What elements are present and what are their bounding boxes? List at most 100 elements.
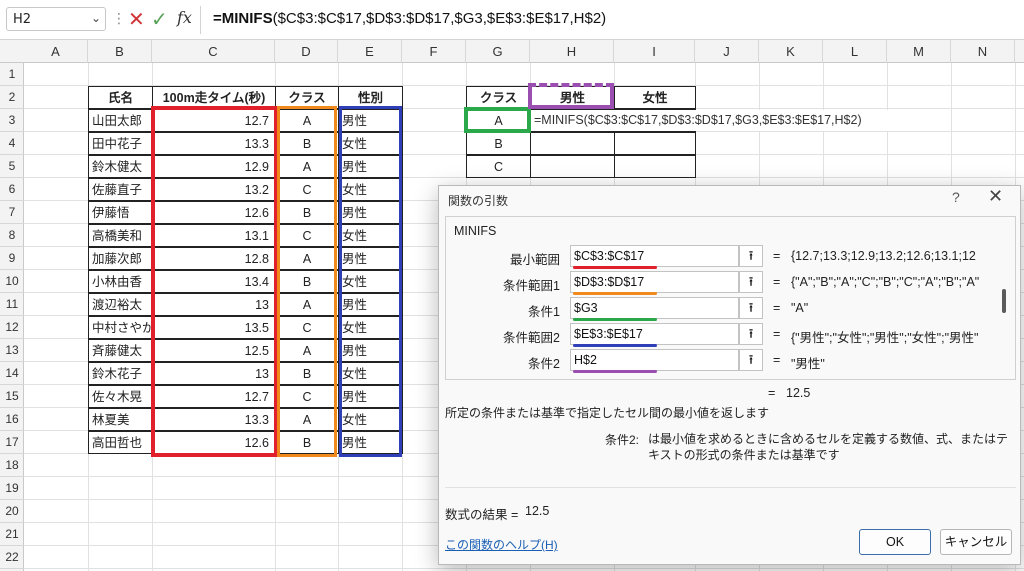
row-header-5[interactable]: 5: [0, 155, 24, 178]
table1-cell[interactable]: 女性: [338, 316, 403, 339]
table1-cell[interactable]: C: [275, 316, 339, 339]
column-header-I[interactable]: I: [614, 40, 695, 63]
column-header-E[interactable]: E: [338, 40, 402, 63]
more-options-icon[interactable]: ⋮: [112, 11, 126, 27]
table1-cell[interactable]: 渡辺裕太: [88, 293, 153, 316]
table1-cell[interactable]: A: [275, 293, 339, 316]
column-header-M[interactable]: M: [887, 40, 951, 63]
table1-cell[interactable]: B: [275, 201, 339, 224]
argument-input[interactable]: H$2: [570, 349, 739, 371]
row-header-3[interactable]: 3: [0, 109, 24, 132]
row-header-15[interactable]: 15: [0, 385, 24, 408]
table1-cell[interactable]: B: [275, 362, 339, 385]
collapse-dialog-icon[interactable]: ⭱: [739, 245, 763, 267]
editing-cell-formula[interactable]: =MINIFS($C$3:$C$17,$D$3:$D$17,$G3,$E$3:$…: [531, 110, 891, 131]
table1-cell[interactable]: 12.7: [152, 385, 276, 408]
row-header-17[interactable]: 17: [0, 431, 24, 454]
table1-cell[interactable]: C: [275, 224, 339, 247]
table1-cell[interactable]: 高橋美和: [88, 224, 153, 247]
table1-cell[interactable]: 小林由香: [88, 270, 153, 293]
insert-function-icon[interactable]: fx: [177, 8, 192, 27]
row-header-1[interactable]: 1: [0, 63, 24, 86]
table1-cell[interactable]: 13.3: [152, 408, 276, 431]
table1-cell[interactable]: C: [275, 385, 339, 408]
collapse-dialog-icon[interactable]: ⭱: [739, 297, 763, 319]
scrollbar-thumb[interactable]: [1002, 289, 1006, 313]
row-header-21[interactable]: 21: [0, 523, 24, 546]
help-icon[interactable]: ?: [952, 189, 960, 205]
table1-cell[interactable]: 男性: [338, 109, 403, 132]
table1-cell[interactable]: 男性: [338, 201, 403, 224]
table1-cell[interactable]: 男性: [338, 385, 403, 408]
table1-cell[interactable]: B: [275, 132, 339, 155]
row-header-10[interactable]: 10: [0, 270, 24, 293]
table1-cell[interactable]: 高田哲也: [88, 431, 153, 454]
table1-cell[interactable]: 12.6: [152, 431, 276, 454]
row-header-7[interactable]: 7: [0, 201, 24, 224]
table1-cell[interactable]: 男性: [338, 247, 403, 270]
column-header-N[interactable]: N: [951, 40, 1015, 63]
table1-cell[interactable]: 女性: [338, 362, 403, 385]
table1-cell[interactable]: 12.7: [152, 109, 276, 132]
table2-header-cell[interactable]: 男性: [530, 86, 615, 109]
table1-cell[interactable]: 男性: [338, 431, 403, 454]
argument-input[interactable]: $E$3:$E$17: [570, 323, 739, 345]
column-header-C[interactable]: C: [152, 40, 275, 63]
column-header-G[interactable]: G: [466, 40, 530, 63]
formula-input[interactable]: =MINIFS($C$3:$C$17,$D$3:$D$17,$G3,$E$3:$…: [213, 10, 606, 27]
table1-cell[interactable]: 鈴木花子: [88, 362, 153, 385]
collapse-dialog-icon[interactable]: ⭱: [739, 349, 763, 371]
row-header-2[interactable]: 2: [0, 86, 24, 109]
chevron-down-icon[interactable]: ⌄: [91, 11, 101, 25]
table1-cell[interactable]: 13: [152, 293, 276, 316]
table1-cell[interactable]: 13: [152, 362, 276, 385]
table1-header-cell[interactable]: 性別: [338, 86, 403, 109]
column-header-L[interactable]: L: [823, 40, 887, 63]
table2-class-cell[interactable]: B: [466, 132, 531, 155]
table1-header-cell[interactable]: 氏名: [88, 86, 153, 109]
table2-class-cell[interactable]: A: [466, 109, 531, 132]
row-header-4[interactable]: 4: [0, 132, 24, 155]
table1-cell[interactable]: 男性: [338, 339, 403, 362]
argument-input[interactable]: $C$3:$C$17: [570, 245, 739, 267]
table1-cell[interactable]: 伊藤悟: [88, 201, 153, 224]
table1-header-cell[interactable]: クラス: [275, 86, 339, 109]
table1-cell[interactable]: 斉藤健太: [88, 339, 153, 362]
table2-header-cell[interactable]: 女性: [614, 86, 696, 109]
column-header-K[interactable]: K: [759, 40, 823, 63]
argument-input[interactable]: $G3: [570, 297, 739, 319]
table2-cell[interactable]: [614, 132, 696, 155]
table1-cell[interactable]: 男性: [338, 293, 403, 316]
table1-cell[interactable]: 林夏美: [88, 408, 153, 431]
table1-cell[interactable]: 佐藤直子: [88, 178, 153, 201]
row-header-18[interactable]: 18: [0, 454, 24, 477]
table2-cell[interactable]: [530, 155, 615, 178]
table1-cell[interactable]: 12.9: [152, 155, 276, 178]
table2-class-cell[interactable]: C: [466, 155, 531, 178]
table2-cell[interactable]: [614, 155, 696, 178]
table1-cell[interactable]: 12.5: [152, 339, 276, 362]
row-header-14[interactable]: 14: [0, 362, 24, 385]
row-header-22[interactable]: 22: [0, 546, 24, 569]
table1-cell[interactable]: 山田太郎: [88, 109, 153, 132]
column-header-J[interactable]: J: [695, 40, 759, 63]
cancel-icon[interactable]: ✕: [128, 7, 145, 31]
table2-cell[interactable]: [530, 132, 615, 155]
table1-cell[interactable]: A: [275, 408, 339, 431]
column-header-A[interactable]: A: [24, 40, 88, 63]
row-header-11[interactable]: 11: [0, 293, 24, 316]
column-header-D[interactable]: D: [275, 40, 338, 63]
table1-cell[interactable]: 男性: [338, 155, 403, 178]
table1-cell[interactable]: 加藤次郎: [88, 247, 153, 270]
enter-icon[interactable]: ✓: [151, 7, 168, 31]
table1-cell[interactable]: 13.1: [152, 224, 276, 247]
row-header-16[interactable]: 16: [0, 408, 24, 431]
close-icon[interactable]: ✕: [988, 186, 1003, 207]
table1-cell[interactable]: A: [275, 339, 339, 362]
table1-cell[interactable]: 女性: [338, 270, 403, 293]
table1-cell[interactable]: A: [275, 155, 339, 178]
table1-cell[interactable]: B: [275, 270, 339, 293]
column-header-H[interactable]: H: [530, 40, 614, 63]
table1-cell[interactable]: 佐々木晃: [88, 385, 153, 408]
table1-cell[interactable]: 女性: [338, 224, 403, 247]
